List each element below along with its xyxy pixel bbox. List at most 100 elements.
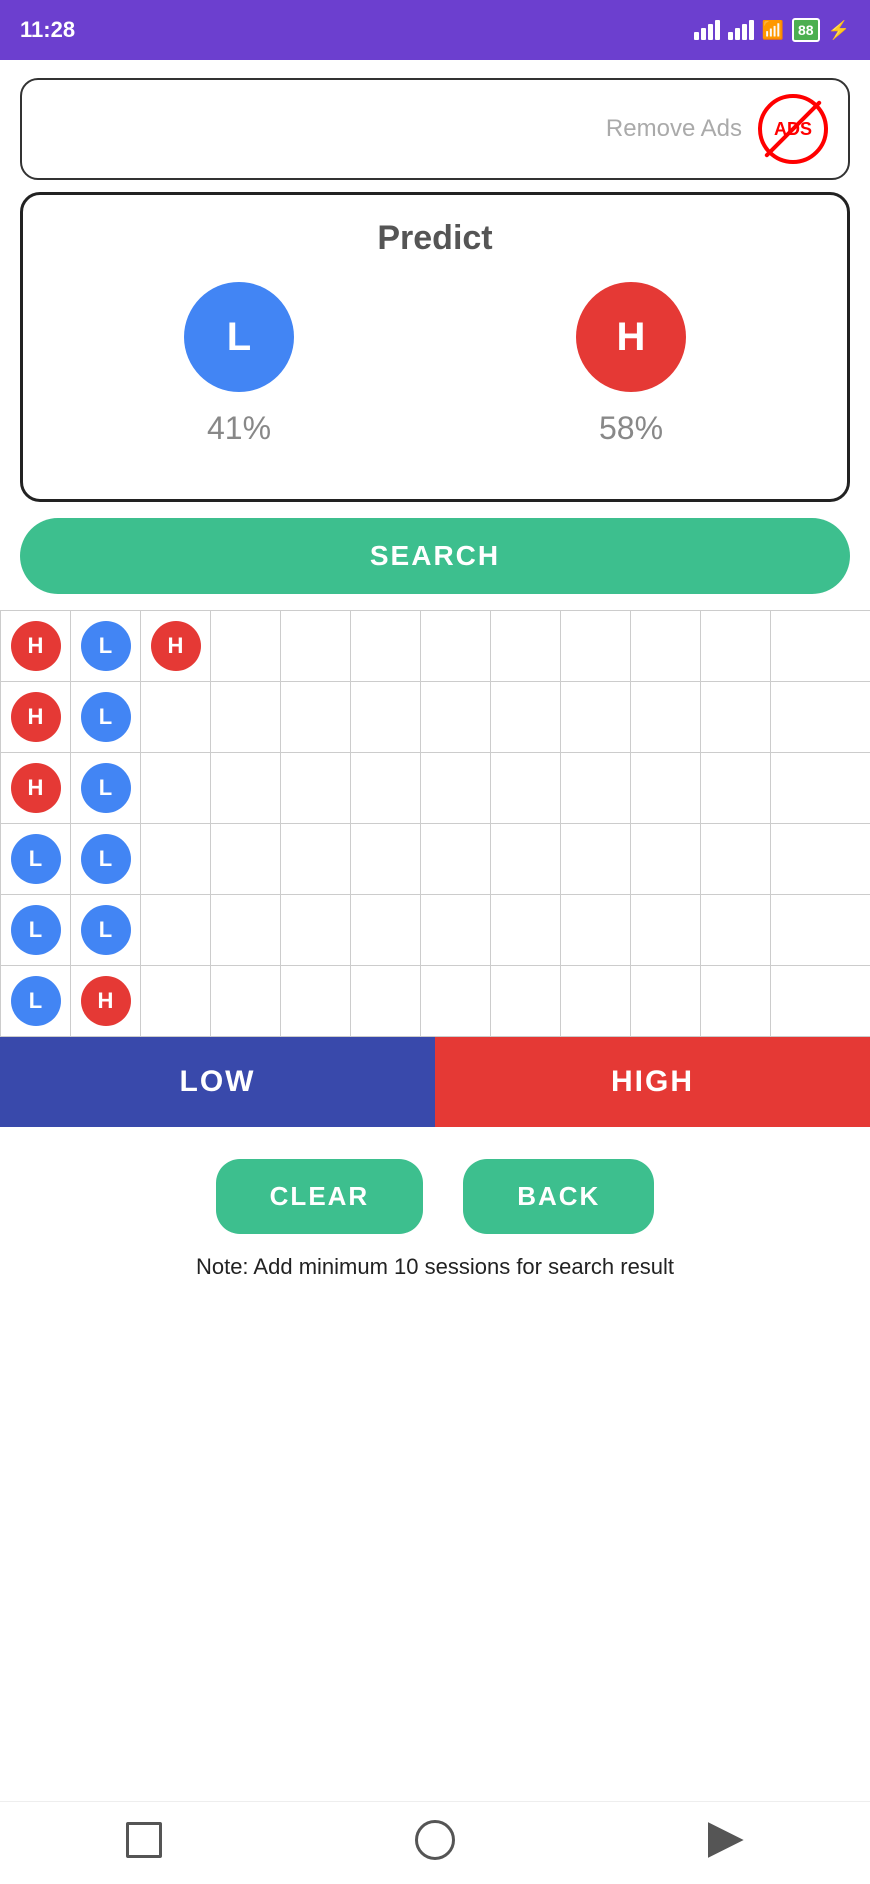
list-item[interactable] xyxy=(421,682,491,752)
list-item[interactable] xyxy=(281,682,351,752)
list-item[interactable] xyxy=(561,966,631,1036)
list-item[interactable] xyxy=(491,682,561,752)
list-item[interactable]: H xyxy=(1,611,71,681)
list-item[interactable] xyxy=(701,895,771,965)
clear-button[interactable]: CLEAR xyxy=(216,1159,424,1234)
list-item[interactable]: L xyxy=(1,895,71,965)
list-item[interactable] xyxy=(491,824,561,894)
list-item[interactable]: L xyxy=(71,895,141,965)
list-item[interactable] xyxy=(141,824,211,894)
list-item[interactable] xyxy=(211,824,281,894)
status-icons: 📶 88 ⚡ xyxy=(694,18,850,42)
grid-container: HLHHLHLLLLLLH xyxy=(0,610,870,1037)
list-item[interactable] xyxy=(281,966,351,1036)
list-item[interactable] xyxy=(281,895,351,965)
list-item[interactable]: L xyxy=(71,611,141,681)
back-button[interactable]: BACK xyxy=(463,1159,654,1234)
grid-ball-l: L xyxy=(81,692,131,742)
list-item[interactable]: H xyxy=(71,966,141,1036)
table-row[interactable]: HL xyxy=(1,753,870,824)
grid-ball-l: L xyxy=(81,763,131,813)
grid-ball-l: L xyxy=(81,834,131,884)
list-item[interactable] xyxy=(631,824,701,894)
nav-home-icon[interactable] xyxy=(415,1820,455,1860)
list-item[interactable] xyxy=(701,753,771,823)
list-item[interactable] xyxy=(561,753,631,823)
list-item[interactable] xyxy=(701,611,771,681)
action-row: CLEAR BACK xyxy=(0,1127,870,1254)
list-item[interactable] xyxy=(351,895,421,965)
list-item[interactable] xyxy=(631,682,701,752)
list-item[interactable]: L xyxy=(71,753,141,823)
list-item[interactable]: H xyxy=(1,753,71,823)
list-item[interactable] xyxy=(561,824,631,894)
list-item[interactable] xyxy=(141,753,211,823)
table-row[interactable]: LL xyxy=(1,895,870,966)
table-row[interactable]: LL xyxy=(1,824,870,895)
grid-ball-h: H xyxy=(11,621,61,671)
ad-text: Remove Ads xyxy=(606,115,742,143)
list-item[interactable] xyxy=(281,824,351,894)
wifi-icon: 📶 xyxy=(762,20,784,41)
list-item[interactable] xyxy=(701,966,771,1036)
list-item[interactable] xyxy=(141,682,211,752)
signal-bars-2 xyxy=(728,20,754,40)
list-item[interactable] xyxy=(351,753,421,823)
list-item[interactable] xyxy=(421,824,491,894)
list-item[interactable] xyxy=(281,753,351,823)
list-item[interactable] xyxy=(421,966,491,1036)
ads-circle[interactable]: ADS xyxy=(758,94,828,164)
table-row[interactable]: LH xyxy=(1,966,870,1037)
list-item[interactable] xyxy=(351,611,421,681)
list-item[interactable] xyxy=(421,753,491,823)
search-button[interactable]: SEARCH xyxy=(20,518,850,594)
table-row[interactable]: HL xyxy=(1,682,870,753)
list-item[interactable] xyxy=(561,682,631,752)
list-item[interactable] xyxy=(701,682,771,752)
grid-ball-l: L xyxy=(11,976,61,1026)
list-item[interactable] xyxy=(631,611,701,681)
list-item[interactable] xyxy=(561,895,631,965)
list-item[interactable] xyxy=(351,682,421,752)
list-item[interactable] xyxy=(491,966,561,1036)
list-item[interactable] xyxy=(491,895,561,965)
grid-ball-l: L xyxy=(81,905,131,955)
list-item[interactable]: L xyxy=(71,824,141,894)
list-item[interactable] xyxy=(351,966,421,1036)
list-item[interactable] xyxy=(141,895,211,965)
list-item[interactable] xyxy=(421,611,491,681)
list-item[interactable] xyxy=(701,824,771,894)
nav-back-icon[interactable] xyxy=(708,1822,744,1858)
grid-ball-l: L xyxy=(11,905,61,955)
list-item[interactable]: H xyxy=(1,682,71,752)
predict-item-high: H 58% xyxy=(576,282,686,447)
list-item[interactable] xyxy=(491,753,561,823)
list-item[interactable] xyxy=(281,611,351,681)
list-item[interactable]: L xyxy=(71,682,141,752)
list-item[interactable] xyxy=(211,753,281,823)
list-item[interactable]: L xyxy=(1,966,71,1036)
list-item[interactable] xyxy=(631,966,701,1036)
list-item[interactable] xyxy=(351,824,421,894)
list-item[interactable] xyxy=(211,682,281,752)
list-item[interactable] xyxy=(211,895,281,965)
low-button[interactable]: LOW xyxy=(0,1037,435,1127)
list-item[interactable] xyxy=(211,966,281,1036)
list-item[interactable] xyxy=(631,753,701,823)
nav-bar xyxy=(0,1801,870,1884)
nav-square-icon[interactable] xyxy=(126,1822,162,1858)
list-item[interactable] xyxy=(211,611,281,681)
list-item[interactable] xyxy=(491,611,561,681)
predict-pct-high: 58% xyxy=(599,410,663,447)
list-item[interactable] xyxy=(421,895,491,965)
list-item[interactable]: L xyxy=(1,824,71,894)
list-item[interactable] xyxy=(631,895,701,965)
ad-banner[interactable]: Remove Ads ADS xyxy=(20,78,850,180)
grid-ball-h: H xyxy=(151,621,201,671)
list-item[interactable] xyxy=(561,611,631,681)
high-button[interactable]: HIGH xyxy=(435,1037,870,1127)
table-row[interactable]: HLH xyxy=(1,611,870,682)
list-item[interactable]: H xyxy=(141,611,211,681)
list-item[interactable] xyxy=(141,966,211,1036)
grid-ball-h: H xyxy=(11,763,61,813)
